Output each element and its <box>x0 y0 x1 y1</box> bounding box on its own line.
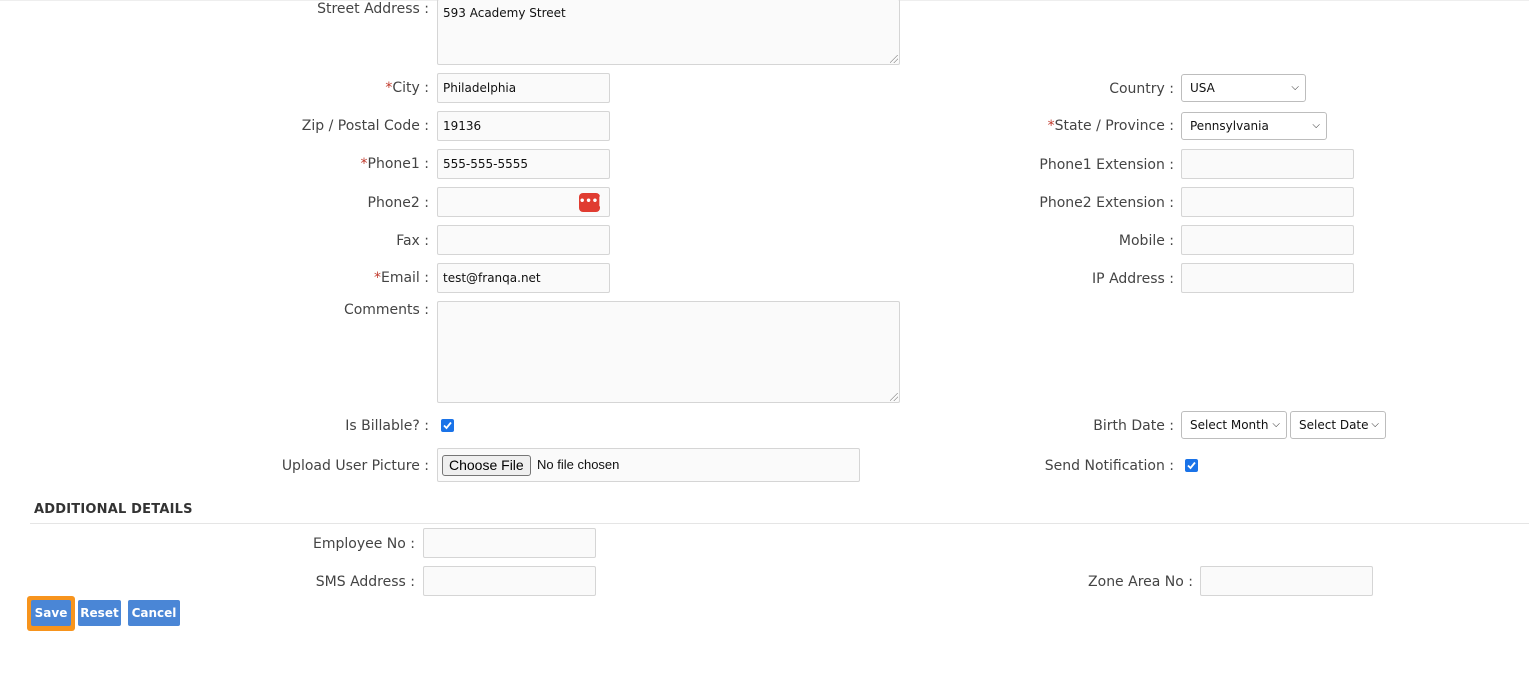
street-address-value: 593 Academy Street <box>443 6 566 20</box>
birth-date-select[interactable]: Select Date ⌵ <box>1290 411 1386 439</box>
mobile-input[interactable] <box>1181 225 1354 255</box>
reset-button[interactable]: Reset <box>78 600 121 626</box>
phone2-extension-input[interactable] <box>1181 187 1354 217</box>
phone2-label: Phone2 : <box>367 195 429 211</box>
sms-address-input[interactable] <box>423 566 596 596</box>
email-input[interactable]: test@franqa.net <box>437 263 610 293</box>
street-address-label: Street Address : <box>317 1 429 17</box>
street-address-textarea[interactable]: 593 Academy Street <box>437 0 900 65</box>
resize-handle-icon[interactable] <box>890 55 898 63</box>
chevron-down-icon: ⌵ <box>1291 82 1299 93</box>
comments-textarea[interactable] <box>437 301 900 403</box>
send-notification-label: Send Notification : <box>1044 458 1174 474</box>
fax-input[interactable] <box>437 225 610 255</box>
checkmark-icon <box>443 421 452 430</box>
phone1-extension-input[interactable] <box>1181 149 1354 179</box>
birth-month-select[interactable]: Select Month ⌵ <box>1181 411 1287 439</box>
choose-file-button[interactable]: Choose File <box>442 455 531 476</box>
phone2-extension-label: Phone2 Extension : <box>1039 195 1174 211</box>
city-label: *City : <box>385 80 429 96</box>
zone-area-no-label: Zone Area No : <box>1088 574 1193 590</box>
city-input[interactable]: Philadelphia <box>437 73 610 103</box>
fax-label: Fax : <box>396 233 429 249</box>
additional-details-heading: ADDITIONAL DETAILS <box>34 502 193 517</box>
phone1-label: *Phone1 : <box>360 156 429 172</box>
birth-month-value: Select Month <box>1190 418 1269 432</box>
zone-area-no-input[interactable] <box>1200 566 1373 596</box>
comments-label: Comments : <box>343 302 429 318</box>
state-label: *State / Province : <box>1047 118 1174 134</box>
ip-address-input[interactable] <box>1181 263 1354 293</box>
is-billable-checkbox[interactable] <box>441 419 454 432</box>
ip-address-label: IP Address : <box>1092 271 1174 287</box>
send-notification-checkbox[interactable] <box>1185 459 1198 472</box>
save-button[interactable]: Save <box>31 600 71 626</box>
country-selected-value: USA <box>1190 81 1215 95</box>
upload-picture-label: Upload User Picture : <box>281 458 429 474</box>
email-label: *Email : <box>373 270 429 286</box>
checkmark-icon <box>1187 461 1196 470</box>
birth-date-value: Select Date <box>1299 418 1369 432</box>
state-selected-value: Pennsylvania <box>1190 119 1269 133</box>
country-label: Country : <box>1109 81 1174 97</box>
chevron-down-icon: ⌵ <box>1272 419 1280 430</box>
section-divider <box>30 523 1529 524</box>
zip-label: Zip / Postal Code : <box>301 118 429 134</box>
is-billable-label: Is Billable? : <box>345 418 429 434</box>
sms-address-label: SMS Address : <box>315 574 415 590</box>
birth-date-label: Birth Date : <box>1093 418 1174 434</box>
chevron-down-icon: ⌵ <box>1312 120 1320 131</box>
state-select[interactable]: Pennsylvania ⌵ <box>1181 112 1327 140</box>
mobile-label: Mobile : <box>1118 233 1174 249</box>
resize-handle-icon[interactable] <box>890 393 898 401</box>
cancel-button[interactable]: Cancel <box>128 600 180 626</box>
zip-input[interactable]: 19136 <box>437 111 610 141</box>
employee-no-input[interactable] <box>423 528 596 558</box>
phone1-input[interactable]: 555-555-5555 <box>437 149 610 179</box>
chevron-down-icon: ⌵ <box>1371 419 1379 430</box>
employee-no-label: Employee No : <box>313 536 415 552</box>
phone1-extension-label: Phone1 Extension : <box>1039 157 1174 173</box>
file-status-text: No file chosen <box>537 457 620 472</box>
password-manager-icon[interactable]: •••| <box>579 193 602 212</box>
country-select[interactable]: USA ⌵ <box>1181 74 1306 102</box>
